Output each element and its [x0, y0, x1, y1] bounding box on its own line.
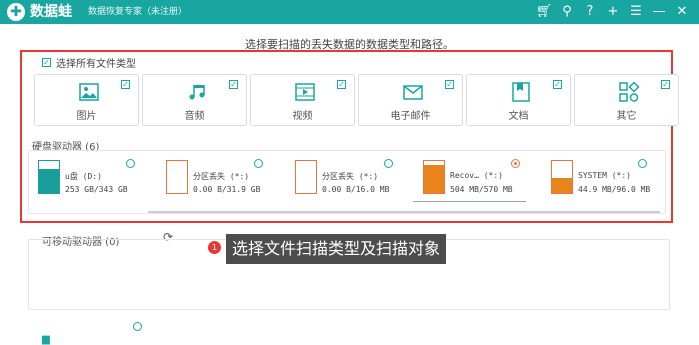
filetype-video[interactable]: ✓ 视频 — [250, 74, 355, 126]
tip-banner: 选择文件扫描类型及扫描对象 — [226, 234, 447, 264]
drive-item[interactable]: 分区丢失 (*:) 0.00 B/31.9 GB — [166, 160, 281, 200]
filetype-email[interactable]: ✓ 电子邮件 — [358, 74, 463, 126]
checkbox-icon[interactable]: ✓ — [121, 80, 130, 89]
drive-name: Recov… (*:) — [450, 171, 503, 180]
drive-radio[interactable] — [384, 159, 393, 168]
plus-icon[interactable]: + — [604, 2, 622, 22]
checkbox-icon[interactable]: ✓ — [553, 80, 562, 89]
filetype-label: 视频 — [292, 111, 313, 122]
filetype-documents[interactable]: ✓ 文档 — [466, 74, 571, 126]
step-number-badge: 1 — [208, 241, 221, 254]
drive-item[interactable]: Recov… (*:) 504 MB/570 MB — [423, 160, 538, 200]
drive-item[interactable]: u盘 (D:) 253 GB/343 GB — [38, 160, 153, 200]
checkbox-icon[interactable]: ✓ — [229, 80, 238, 89]
select-all-checkbox[interactable]: ✓ 选择所有文件类型 — [42, 55, 136, 70]
drive-size: 0.00 B/16.0 MB — [322, 185, 390, 194]
checkbox-icon[interactable]: ✓ — [445, 80, 454, 89]
image-icon — [79, 83, 99, 101]
video-icon — [295, 83, 315, 101]
drive-name: SYSTEM (*:) — [578, 171, 631, 180]
filetype-label: 文档 — [508, 111, 529, 122]
title-bar: ✚ 数据蛙 数据恢复专家（未注册） 🛒︎ ⚲ ? + ☰ — ✕ — [0, 0, 699, 24]
drive-usage-fill — [424, 164, 444, 193]
minimize-icon[interactable]: — — [650, 2, 668, 22]
checkbox-icon[interactable]: ✓ — [337, 80, 346, 89]
close-icon[interactable]: ✕ — [673, 2, 691, 22]
drive-name: 分区丢失 (*:) — [322, 172, 379, 181]
menu-icon[interactable]: ☰ — [627, 2, 645, 22]
drive-radio[interactable] — [638, 159, 647, 168]
filetype-label: 其它 — [616, 111, 637, 122]
select-all-label: 选择所有文件类型 — [56, 59, 136, 70]
drive-icon — [166, 160, 188, 194]
pin-icon[interactable]: ⚲ — [558, 2, 576, 22]
filetype-other[interactable]: ✓ 其它 — [574, 74, 679, 126]
drive-usage-fill — [39, 169, 59, 193]
app-subtitle: 数据恢复专家（未注册） — [88, 7, 188, 17]
drive-icon — [295, 160, 317, 194]
app-name: 数据蛙 — [30, 4, 72, 20]
drive-size: 504 MB/570 MB — [450, 185, 513, 194]
drive-usage-fill — [552, 177, 572, 193]
drive-size: 44.9 MB/96.0 MB — [578, 185, 651, 194]
logo-icon: ✚ — [7, 3, 25, 21]
filetype-label: 电子邮件 — [390, 111, 431, 122]
filetype-label: 图片 — [76, 111, 97, 122]
other-icon — [619, 81, 640, 102]
drive-size: 253 GB/343 GB — [65, 185, 128, 194]
drive-radio-selected[interactable] — [511, 159, 520, 168]
drive-name: u盘 (D:) — [65, 172, 102, 181]
drive-radio[interactable] — [126, 159, 135, 168]
checkbox-icon[interactable]: ✓ — [42, 58, 51, 67]
drive-size: 0.00 B/31.9 GB — [193, 185, 261, 194]
drives-scrollbar[interactable] — [148, 211, 660, 213]
filetype-images[interactable]: ✓ 图片 — [34, 74, 139, 126]
drive-item[interactable]: 分区丢失 (*:) 0.00 B/16.0 MB — [295, 160, 410, 200]
location-radio[interactable] — [133, 322, 142, 331]
help-icon[interactable]: ? — [581, 2, 599, 22]
drive-icon — [423, 160, 445, 194]
drive-radio[interactable] — [254, 159, 263, 168]
drive-item[interactable]: SYSTEM (*:) 44.9 MB/96.0 MB — [551, 160, 666, 200]
drive-icon — [38, 160, 60, 194]
drive-icon — [551, 160, 573, 194]
drive-name: 分区丢失 (*:) — [193, 172, 250, 181]
recycle-bin-icon[interactable]: ▆ — [42, 334, 50, 345]
music-icon — [189, 85, 205, 100]
document-icon — [512, 82, 530, 102]
checkbox-icon[interactable]: ✓ — [661, 80, 670, 89]
filetype-audio[interactable]: ✓ 音频 — [142, 74, 247, 126]
cart-icon[interactable]: 🛒︎ — [535, 2, 553, 22]
selected-underline — [413, 201, 526, 202]
filetype-label: 音频 — [184, 111, 205, 122]
mail-icon — [403, 85, 423, 100]
